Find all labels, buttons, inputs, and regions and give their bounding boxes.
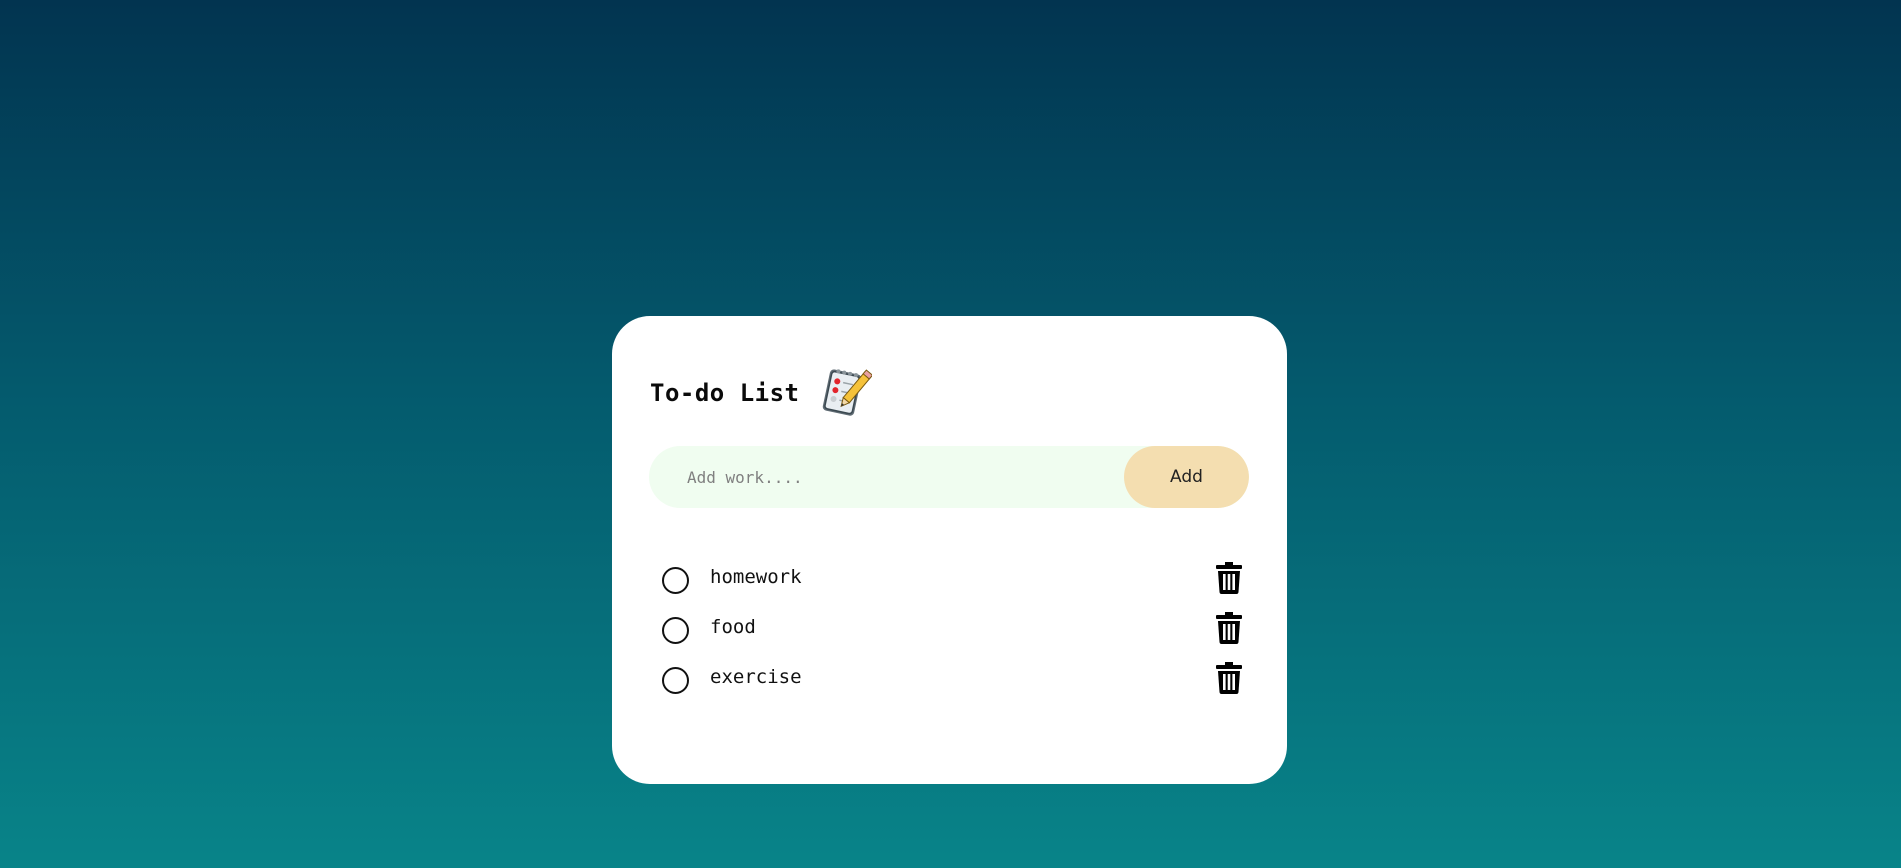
header: To-do List — [650, 364, 873, 422]
task-label: homework — [710, 566, 802, 588]
add-task-bar: Add — [649, 446, 1249, 508]
add-task-input[interactable] — [649, 446, 1124, 508]
unchecked-circle-icon[interactable] — [662, 566, 689, 594]
page-title: To-do List — [650, 379, 800, 407]
task-list: homework food exercise — [662, 552, 1242, 702]
list-item[interactable]: homework — [662, 552, 1242, 602]
task-label: food — [710, 616, 756, 638]
list-item[interactable]: exercise — [662, 652, 1242, 702]
trash-icon[interactable] — [1216, 662, 1242, 694]
trash-icon[interactable] — [1216, 562, 1242, 594]
unchecked-circle-icon[interactable] — [662, 616, 689, 644]
list-item[interactable]: food — [662, 602, 1242, 652]
todo-card: To-do List Add work.... Add homework foo… — [612, 316, 1287, 784]
task-label: exercise — [710, 666, 802, 688]
add-button[interactable]: Add — [1124, 446, 1249, 508]
notepad-icon — [816, 365, 873, 421]
unchecked-circle-icon[interactable] — [662, 666, 689, 694]
trash-icon[interactable] — [1216, 612, 1242, 644]
